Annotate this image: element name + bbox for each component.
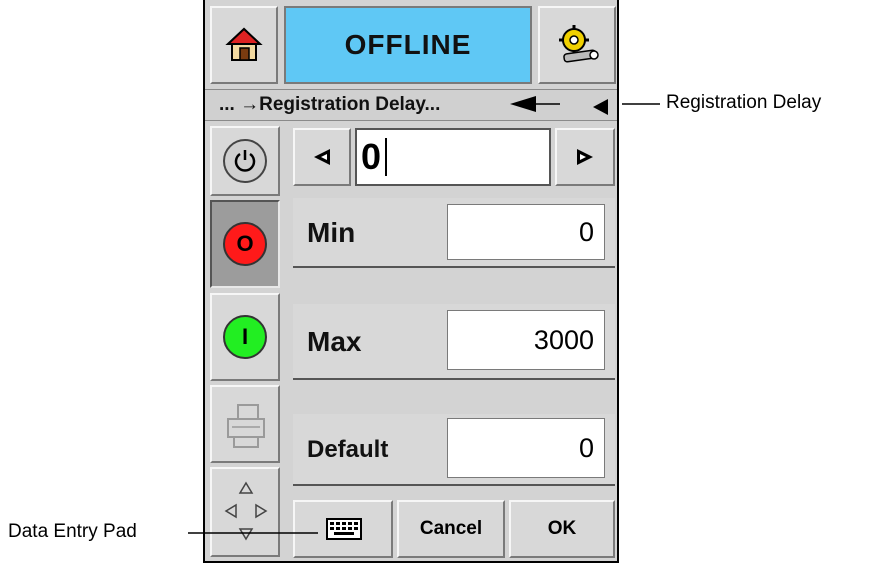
registration-delay-callout: Registration Delay (666, 92, 822, 113)
callout-lines (188, 96, 660, 534)
data-entry-pad-callout: Data Entry Pad (8, 521, 137, 542)
